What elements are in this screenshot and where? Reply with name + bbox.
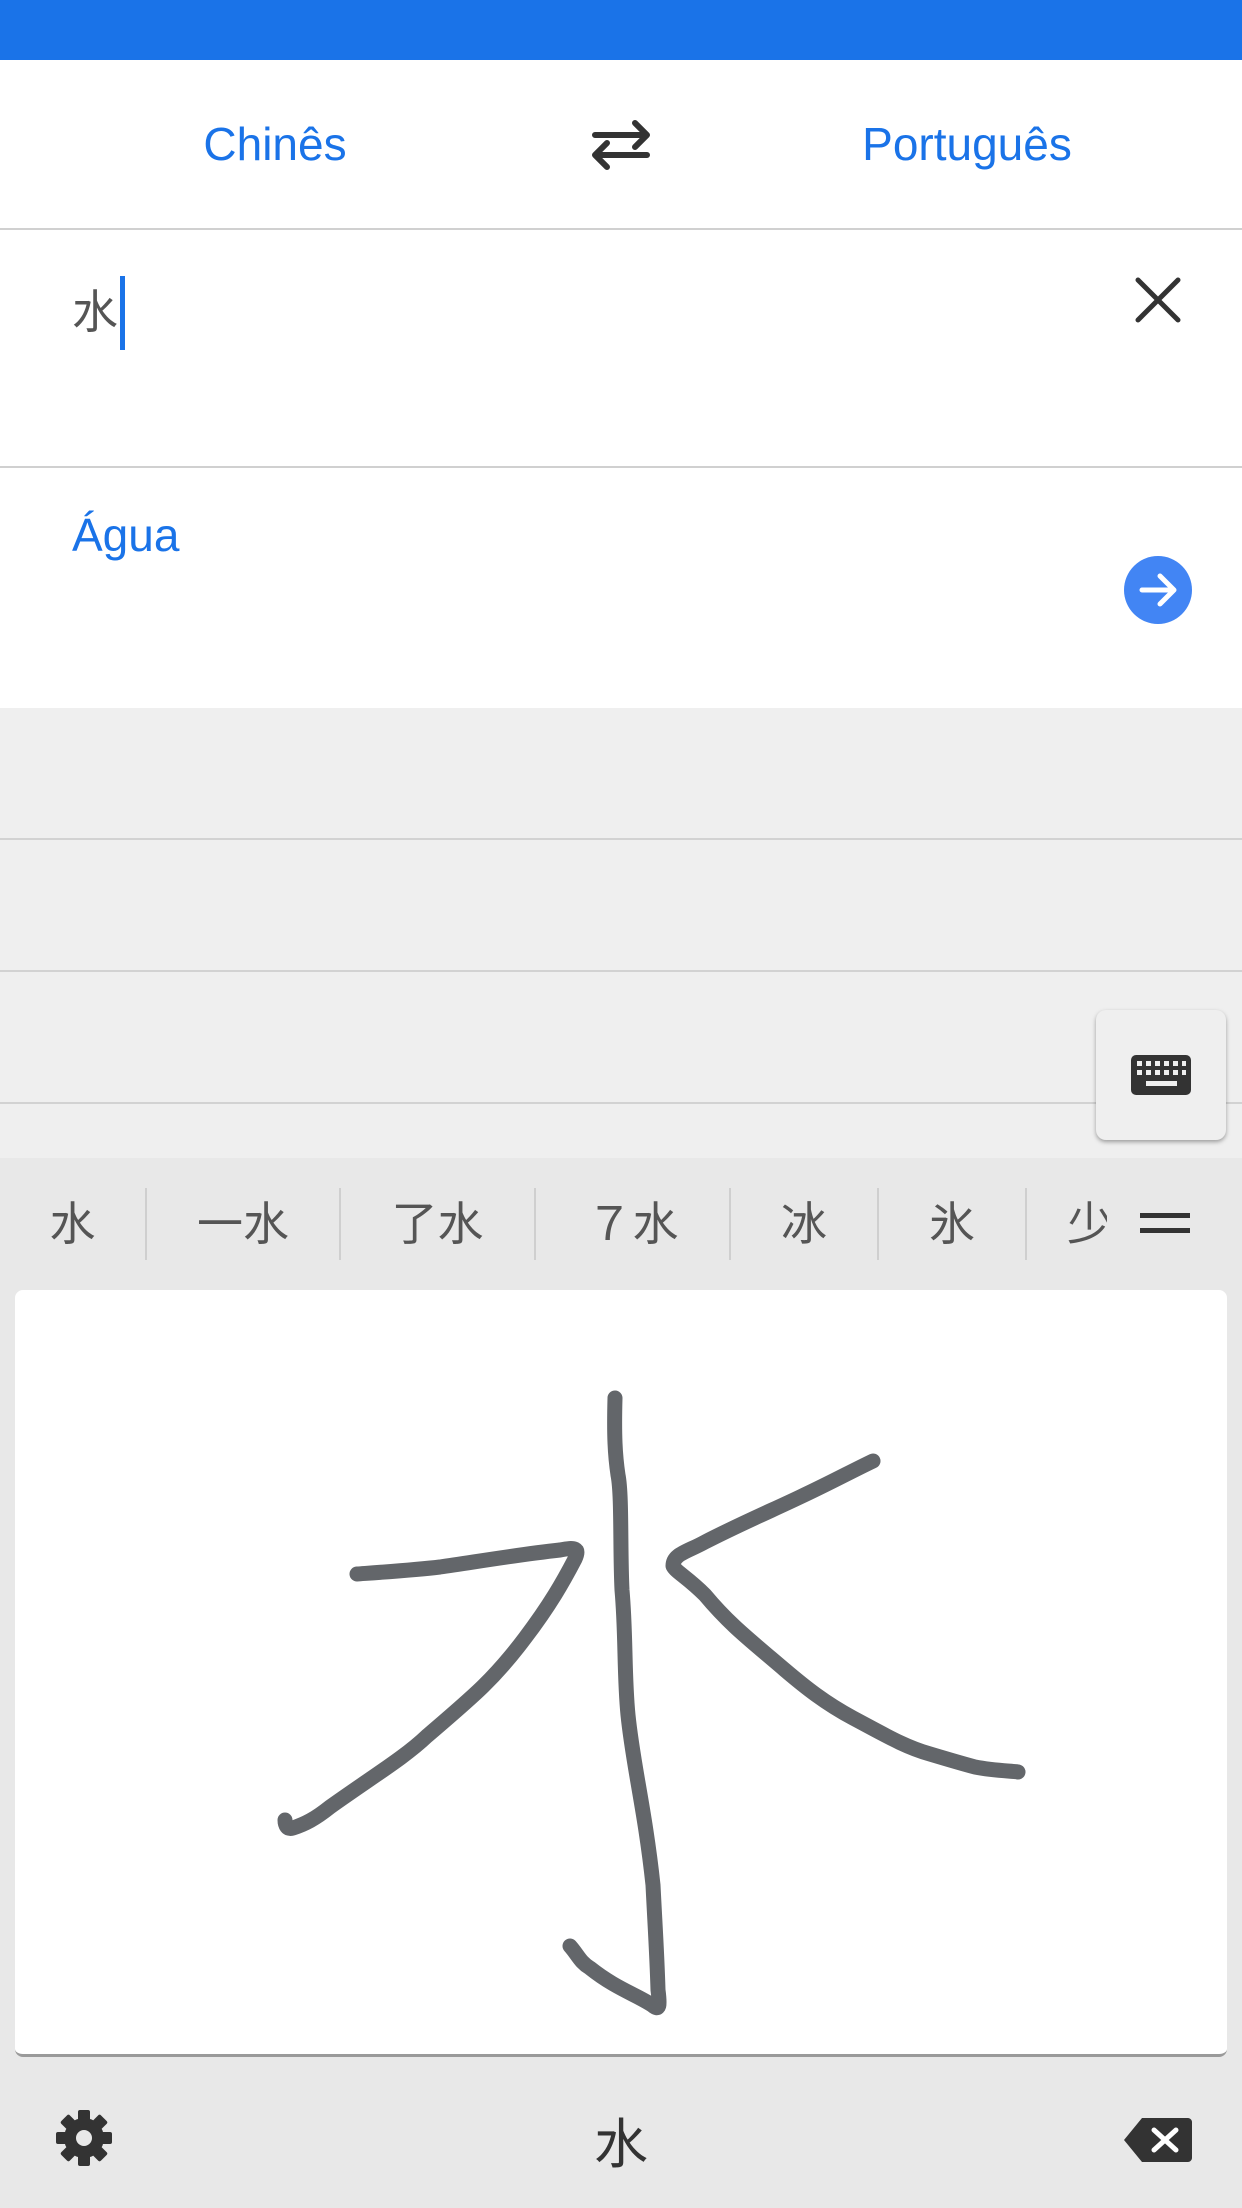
arrow-forward-icon <box>1139 573 1177 607</box>
candidate-item[interactable]: 氷 <box>879 1158 1025 1290</box>
status-bar <box>0 0 1242 60</box>
handwriting-pad[interactable] <box>15 1290 1227 2057</box>
source-language-button[interactable]: Chinês <box>60 60 490 228</box>
source-text: 水 <box>72 285 118 339</box>
history-area <box>0 708 1242 1158</box>
go-button[interactable] <box>1124 556 1192 624</box>
input-area[interactable]: 水 <box>0 230 1242 468</box>
translation-text: Água <box>72 509 180 561</box>
stroke-right <box>665 1453 1026 1780</box>
translation-card[interactable]: Água <box>0 468 1242 708</box>
settings-gear-icon[interactable] <box>52 2106 116 2170</box>
stroke-left <box>277 1541 585 1836</box>
backspace-icon[interactable] <box>1122 2114 1194 2166</box>
divider <box>0 1102 1242 1104</box>
handwriting-area <box>0 1290 1242 2060</box>
menu-icon[interactable] <box>1140 1210 1190 1238</box>
stroke-center <box>562 1390 667 2016</box>
candidate-item[interactable]: 水 <box>0 1158 145 1290</box>
candidate-item[interactable]: 了水 <box>341 1158 534 1290</box>
candidate-bar: 水 一水 了水 ７水 冰 氷 少 <box>0 1158 1242 1290</box>
candidate-item: 少 <box>1067 1197 1107 1251</box>
handwriting-strokes <box>277 1390 1026 2016</box>
target-language-button[interactable]: Português <box>752 60 1182 228</box>
candidate-item[interactable]: 一水 <box>147 1158 339 1290</box>
candidate-item[interactable]: 冰 <box>731 1158 877 1290</box>
divider <box>0 970 1242 972</box>
language-bar: Chinês Português <box>0 60 1242 230</box>
candidate-item[interactable]: ７水 <box>536 1158 729 1290</box>
source-text-field[interactable]: 水 <box>72 272 125 352</box>
bottom-bar: 水 <box>0 2060 1242 2208</box>
keyboard-toggle-button[interactable] <box>1096 1010 1226 1140</box>
text-caret <box>120 275 125 350</box>
space-key[interactable]: 水 <box>521 2100 721 2179</box>
candidate-item-partial[interactable]: 少 <box>1027 1158 1107 1290</box>
swap-languages-icon[interactable] <box>585 115 657 173</box>
keyboard-icon <box>1131 1055 1191 1095</box>
clear-icon[interactable] <box>1128 270 1188 330</box>
divider <box>0 838 1242 840</box>
